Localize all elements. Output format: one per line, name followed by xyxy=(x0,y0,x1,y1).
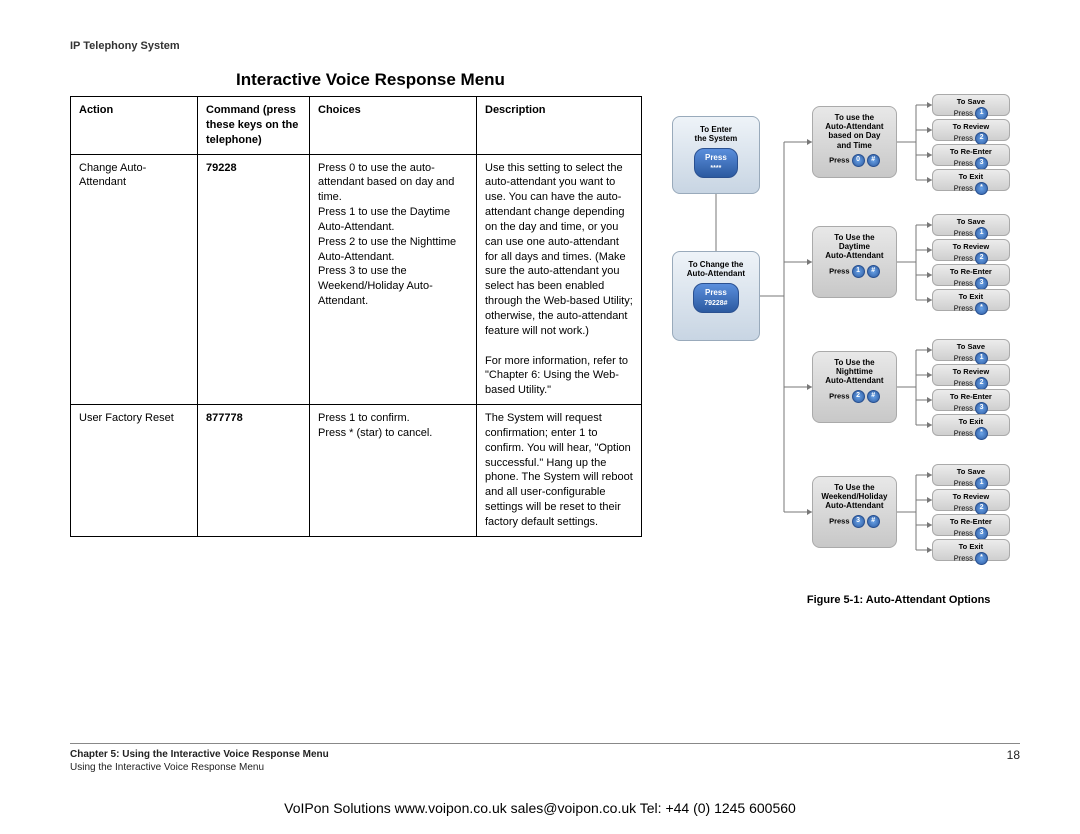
section-title: Interactive Voice Response Menu xyxy=(236,70,1020,90)
diagram-node: To ReviewPress 2 xyxy=(932,489,1010,511)
page-number: 18 xyxy=(1007,748,1020,774)
diagram-node: To ExitPress * xyxy=(932,414,1010,436)
table-cell: Change Auto-Attendant xyxy=(71,154,198,405)
footer-sub: Using the Interactive Voice Response Men… xyxy=(70,761,329,774)
table-cell: 79228 xyxy=(198,154,310,405)
table-cell: Press 1 to confirm. Press * (star) to ca… xyxy=(310,405,477,537)
table-header: Description xyxy=(477,97,642,155)
diagram-node: To ReviewPress 2 xyxy=(932,119,1010,141)
diagram-node: To ExitPress * xyxy=(932,539,1010,561)
table-header: Command (press these keys on the telepho… xyxy=(198,97,310,155)
diagram-node: To Use the Weekend/Holiday Auto-Attendan… xyxy=(812,476,897,548)
diagram-node: To use the Auto-Attendant based on Day a… xyxy=(812,106,897,178)
diagram-node: To Change the Auto-AttendantPress79228# xyxy=(672,251,760,341)
figure-caption: Figure 5-1: Auto-Attendant Options xyxy=(807,594,991,606)
footer-chapter: Chapter 5: Using the Interactive Voice R… xyxy=(70,748,329,761)
diagram-node: To Use the Daytime Auto-AttendantPress 1… xyxy=(812,226,897,298)
table-row: User Factory Reset877778Press 1 to confi… xyxy=(71,405,642,537)
table-header: Choices xyxy=(310,97,477,155)
table-cell: Press 0 to use the auto-attendant based … xyxy=(310,154,477,405)
diagram-node: To ExitPress * xyxy=(932,289,1010,311)
diagram-node: To ReviewPress 2 xyxy=(932,239,1010,261)
table-row: Change Auto-Attendant79228Press 0 to use… xyxy=(71,154,642,405)
diagram-node: To Re-EnterPress 3 xyxy=(932,144,1010,166)
diagram-node: To ExitPress * xyxy=(932,169,1010,191)
table-header: Action xyxy=(71,97,198,155)
diagram-node: To SavePress 1 xyxy=(932,94,1010,116)
running-header: IP Telephony System xyxy=(70,40,1020,52)
diagram-node: To SavePress 1 xyxy=(932,339,1010,361)
table-cell: The System will request confirmation; en… xyxy=(477,405,642,537)
diagram-node: To Use the Nighttime Auto-AttendantPress… xyxy=(812,351,897,423)
diagram-node: To Re-EnterPress 3 xyxy=(932,264,1010,286)
diagram-node: To Re-EnterPress 3 xyxy=(932,514,1010,536)
diagram-node: To ReviewPress 2 xyxy=(932,364,1010,386)
table-cell: User Factory Reset xyxy=(71,405,198,537)
auto-attendant-diagram: Figure 5-1: Auto-Attendant Options To En… xyxy=(672,96,1020,616)
page-footer: Chapter 5: Using the Interactive Voice R… xyxy=(70,743,1020,774)
diagram-node: To SavePress 1 xyxy=(932,464,1010,486)
diagram-node: To Re-EnterPress 3 xyxy=(932,389,1010,411)
diagram-node: To Enter the SystemPress**** xyxy=(672,116,760,194)
diagram-node: To SavePress 1 xyxy=(932,214,1010,236)
table-cell: 877778 xyxy=(198,405,310,537)
ivr-table: ActionCommand (press these keys on the t… xyxy=(70,96,642,537)
contact-line: VoIPon Solutions www.voipon.co.uk sales@… xyxy=(0,800,1080,816)
table-cell: Use this setting to select the auto-atte… xyxy=(477,154,642,405)
